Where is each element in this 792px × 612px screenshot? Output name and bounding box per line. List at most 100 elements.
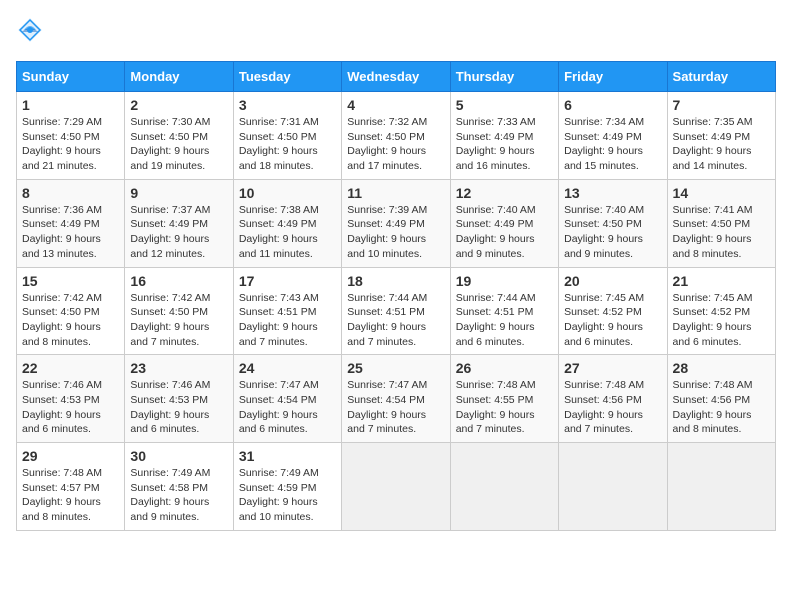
calendar-cell: 12 Sunrise: 7:40 AM Sunset: 4:49 PM Dayl… [450,179,558,267]
logo-icon [16,16,44,49]
calendar-cell: 18 Sunrise: 7:44 AM Sunset: 4:51 PM Dayl… [342,267,450,355]
day-of-week-header: Friday [559,62,667,92]
day-number: 12 [456,185,553,201]
day-number: 23 [130,360,227,376]
calendar-cell [342,443,450,531]
day-info: Sunrise: 7:34 AM Sunset: 4:49 PM Dayligh… [564,115,661,174]
calendar-cell: 21 Sunrise: 7:45 AM Sunset: 4:52 PM Dayl… [667,267,775,355]
calendar-cell: 13 Sunrise: 7:40 AM Sunset: 4:50 PM Dayl… [559,179,667,267]
day-info: Sunrise: 7:48 AM Sunset: 4:57 PM Dayligh… [22,466,119,525]
day-info: Sunrise: 7:29 AM Sunset: 4:50 PM Dayligh… [22,115,119,174]
calendar-cell: 23 Sunrise: 7:46 AM Sunset: 4:53 PM Dayl… [125,355,233,443]
day-info: Sunrise: 7:42 AM Sunset: 4:50 PM Dayligh… [22,291,119,350]
calendar-cell: 26 Sunrise: 7:48 AM Sunset: 4:55 PM Dayl… [450,355,558,443]
day-number: 7 [673,97,770,113]
calendar-cell: 4 Sunrise: 7:32 AM Sunset: 4:50 PM Dayli… [342,92,450,180]
day-number: 15 [22,273,119,289]
day-info: Sunrise: 7:49 AM Sunset: 4:58 PM Dayligh… [130,466,227,525]
day-info: Sunrise: 7:37 AM Sunset: 4:49 PM Dayligh… [130,203,227,262]
day-info: Sunrise: 7:38 AM Sunset: 4:49 PM Dayligh… [239,203,336,262]
calendar-cell: 5 Sunrise: 7:33 AM Sunset: 4:49 PM Dayli… [450,92,558,180]
logo [16,16,48,49]
day-number: 31 [239,448,336,464]
day-of-week-header: Wednesday [342,62,450,92]
calendar-header-row: SundayMondayTuesdayWednesdayThursdayFrid… [17,62,776,92]
day-info: Sunrise: 7:47 AM Sunset: 4:54 PM Dayligh… [239,378,336,437]
calendar-cell: 10 Sunrise: 7:38 AM Sunset: 4:49 PM Dayl… [233,179,341,267]
calendar-cell: 22 Sunrise: 7:46 AM Sunset: 4:53 PM Dayl… [17,355,125,443]
calendar-cell [450,443,558,531]
day-number: 28 [673,360,770,376]
calendar-cell: 31 Sunrise: 7:49 AM Sunset: 4:59 PM Dayl… [233,443,341,531]
day-of-week-header: Thursday [450,62,558,92]
day-info: Sunrise: 7:48 AM Sunset: 4:55 PM Dayligh… [456,378,553,437]
calendar-cell: 20 Sunrise: 7:45 AM Sunset: 4:52 PM Dayl… [559,267,667,355]
calendar-cell: 6 Sunrise: 7:34 AM Sunset: 4:49 PM Dayli… [559,92,667,180]
day-info: Sunrise: 7:41 AM Sunset: 4:50 PM Dayligh… [673,203,770,262]
day-number: 25 [347,360,444,376]
day-number: 26 [456,360,553,376]
day-info: Sunrise: 7:46 AM Sunset: 4:53 PM Dayligh… [22,378,119,437]
calendar-cell: 28 Sunrise: 7:48 AM Sunset: 4:56 PM Dayl… [667,355,775,443]
calendar-cell: 1 Sunrise: 7:29 AM Sunset: 4:50 PM Dayli… [17,92,125,180]
calendar-table: SundayMondayTuesdayWednesdayThursdayFrid… [16,61,776,531]
day-of-week-header: Tuesday [233,62,341,92]
calendar-cell: 8 Sunrise: 7:36 AM Sunset: 4:49 PM Dayli… [17,179,125,267]
day-number: 27 [564,360,661,376]
day-info: Sunrise: 7:40 AM Sunset: 4:49 PM Dayligh… [456,203,553,262]
calendar-cell: 2 Sunrise: 7:30 AM Sunset: 4:50 PM Dayli… [125,92,233,180]
day-info: Sunrise: 7:36 AM Sunset: 4:49 PM Dayligh… [22,203,119,262]
day-info: Sunrise: 7:49 AM Sunset: 4:59 PM Dayligh… [239,466,336,525]
day-number: 20 [564,273,661,289]
day-number: 3 [239,97,336,113]
day-info: Sunrise: 7:48 AM Sunset: 4:56 PM Dayligh… [564,378,661,437]
day-info: Sunrise: 7:33 AM Sunset: 4:49 PM Dayligh… [456,115,553,174]
calendar-cell: 27 Sunrise: 7:48 AM Sunset: 4:56 PM Dayl… [559,355,667,443]
day-of-week-header: Sunday [17,62,125,92]
day-number: 5 [456,97,553,113]
day-info: Sunrise: 7:44 AM Sunset: 4:51 PM Dayligh… [456,291,553,350]
calendar-cell [667,443,775,531]
day-info: Sunrise: 7:40 AM Sunset: 4:50 PM Dayligh… [564,203,661,262]
day-number: 13 [564,185,661,201]
day-number: 6 [564,97,661,113]
day-number: 10 [239,185,336,201]
day-info: Sunrise: 7:32 AM Sunset: 4:50 PM Dayligh… [347,115,444,174]
day-number: 2 [130,97,227,113]
day-info: Sunrise: 7:47 AM Sunset: 4:54 PM Dayligh… [347,378,444,437]
day-info: Sunrise: 7:45 AM Sunset: 4:52 PM Dayligh… [564,291,661,350]
day-info: Sunrise: 7:39 AM Sunset: 4:49 PM Dayligh… [347,203,444,262]
day-number: 19 [456,273,553,289]
day-number: 22 [22,360,119,376]
day-number: 30 [130,448,227,464]
calendar-cell: 29 Sunrise: 7:48 AM Sunset: 4:57 PM Dayl… [17,443,125,531]
day-number: 1 [22,97,119,113]
calendar-week-row: 8 Sunrise: 7:36 AM Sunset: 4:49 PM Dayli… [17,179,776,267]
day-of-week-header: Monday [125,62,233,92]
calendar-cell: 19 Sunrise: 7:44 AM Sunset: 4:51 PM Dayl… [450,267,558,355]
day-info: Sunrise: 7:48 AM Sunset: 4:56 PM Dayligh… [673,378,770,437]
calendar-cell: 9 Sunrise: 7:37 AM Sunset: 4:49 PM Dayli… [125,179,233,267]
calendar-cell: 7 Sunrise: 7:35 AM Sunset: 4:49 PM Dayli… [667,92,775,180]
day-info: Sunrise: 7:30 AM Sunset: 4:50 PM Dayligh… [130,115,227,174]
page-header [16,16,776,49]
calendar-cell: 11 Sunrise: 7:39 AM Sunset: 4:49 PM Dayl… [342,179,450,267]
day-number: 29 [22,448,119,464]
calendar-cell: 25 Sunrise: 7:47 AM Sunset: 4:54 PM Dayl… [342,355,450,443]
calendar-week-row: 29 Sunrise: 7:48 AM Sunset: 4:57 PM Dayl… [17,443,776,531]
day-number: 9 [130,185,227,201]
day-number: 11 [347,185,444,201]
day-number: 4 [347,97,444,113]
day-info: Sunrise: 7:42 AM Sunset: 4:50 PM Dayligh… [130,291,227,350]
day-number: 8 [22,185,119,201]
day-number: 17 [239,273,336,289]
calendar-week-row: 1 Sunrise: 7:29 AM Sunset: 4:50 PM Dayli… [17,92,776,180]
day-info: Sunrise: 7:46 AM Sunset: 4:53 PM Dayligh… [130,378,227,437]
day-of-week-header: Saturday [667,62,775,92]
calendar-cell: 15 Sunrise: 7:42 AM Sunset: 4:50 PM Dayl… [17,267,125,355]
calendar-cell: 14 Sunrise: 7:41 AM Sunset: 4:50 PM Dayl… [667,179,775,267]
day-number: 21 [673,273,770,289]
day-number: 16 [130,273,227,289]
calendar-cell: 24 Sunrise: 7:47 AM Sunset: 4:54 PM Dayl… [233,355,341,443]
day-info: Sunrise: 7:35 AM Sunset: 4:49 PM Dayligh… [673,115,770,174]
